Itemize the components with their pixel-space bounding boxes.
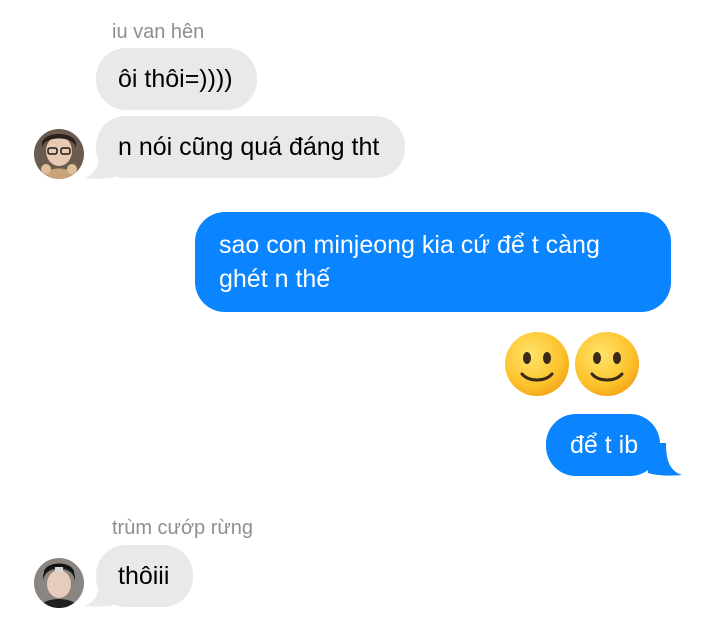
incoming-message-bubble[interactable]: ôi thôi=))))	[96, 48, 257, 110]
message-text-line: sao con minjeong kia cứ để t càng	[219, 231, 600, 259]
outgoing-message-bubble[interactable]: sao con minjeong kia cứ để t càng ghét n…	[195, 212, 671, 312]
incoming-message-bubble[interactable]: n nói cũng quá đáng tht	[96, 116, 406, 178]
slightly-smiling-face-icon	[505, 332, 569, 396]
sender-name: trùm cướp rừng	[112, 517, 254, 539]
incoming-message-bubble[interactable]: thôiii	[96, 545, 194, 607]
slightly-smiling-face-icon	[575, 332, 639, 396]
message-text: để t ib	[570, 431, 639, 459]
sender-name: iu van hên	[112, 21, 205, 43]
avatar-photo-icon	[34, 129, 84, 179]
outgoing-message-bubble[interactable]: để t ib	[546, 414, 661, 476]
message-text: n nói cũng quá đáng tht	[118, 133, 380, 161]
message-text-line: ghét n thế	[219, 265, 331, 293]
message-thread: iu van hên ôi thôi=)))) n nói cũng quá đ…	[0, 0, 716, 644]
contact-avatar[interactable]	[34, 129, 84, 179]
avatar-photo-icon	[34, 558, 84, 608]
message-text: ôi thôi=))))	[118, 65, 233, 93]
message-text: thôiii	[118, 562, 170, 590]
contact-avatar[interactable]	[34, 558, 84, 608]
